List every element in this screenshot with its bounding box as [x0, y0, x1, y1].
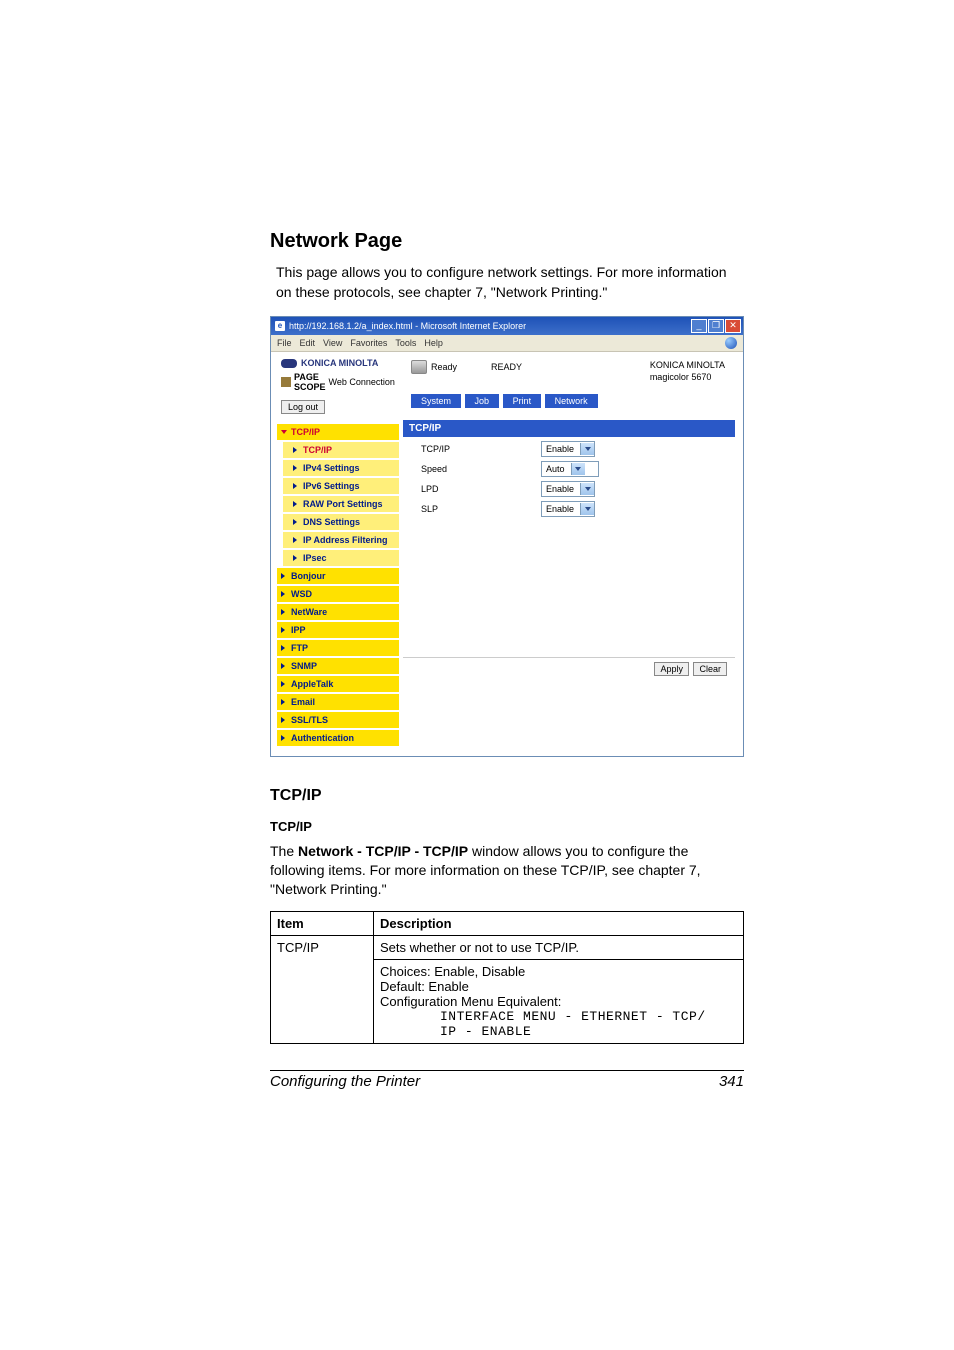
- chevron-down-icon: [571, 463, 585, 475]
- network-sidebar: TCP/IP TCP/IP IPv4 Settings IPv6 Setting…: [271, 420, 403, 756]
- pane-title: TCP/IP: [403, 420, 735, 437]
- sidebar-sub-dns[interactable]: DNS Settings: [283, 514, 399, 530]
- row-label-speed: Speed: [421, 464, 541, 474]
- clear-button[interactable]: Clear: [693, 662, 727, 676]
- default-line: Default: Enable: [380, 979, 737, 994]
- sidebar-item-authentication[interactable]: Authentication: [277, 730, 399, 746]
- sidebar-sub-tcpip[interactable]: TCP/IP: [283, 442, 399, 458]
- spec-table: Item Description TCP/IP Sets whether or …: [270, 911, 744, 1044]
- pagescope-text: Web Connection: [329, 377, 395, 387]
- menu-path-2: IP - ENABLE: [380, 1024, 737, 1039]
- menu-tools[interactable]: Tools: [395, 338, 416, 348]
- dropdown-tcpip-value: Enable: [546, 444, 574, 454]
- device-model: magicolor 5670: [650, 372, 725, 384]
- th-description: Description: [374, 911, 744, 935]
- sidebar-item-tcpip[interactable]: TCP/IP: [277, 424, 399, 440]
- browser-menubar: File Edit View Favorites Tools Help: [271, 335, 743, 352]
- intro-text: This page allows you to configure networ…: [270, 263, 744, 302]
- chevron-down-icon: [580, 443, 594, 455]
- ready-status: READY: [491, 362, 522, 372]
- konica-minolta-logo: KONICA MINOLTA: [281, 358, 401, 368]
- tcpip-body-bold: Network - TCP/IP - TCP/IP: [298, 843, 468, 859]
- tab-system[interactable]: System: [411, 394, 461, 408]
- chevron-down-icon: [580, 483, 594, 495]
- chevron-down-icon: [580, 503, 594, 515]
- tcpip-body: The Network - TCP/IP - TCP/IP window all…: [270, 842, 744, 899]
- sidebar-sub-ipv4[interactable]: IPv4 Settings: [283, 460, 399, 476]
- menu-favorites[interactable]: Favorites: [350, 338, 387, 348]
- config-line: Configuration Menu Equivalent:: [380, 994, 737, 1009]
- page-number: 341: [719, 1073, 744, 1090]
- dropdown-tcpip[interactable]: Enable: [541, 441, 595, 457]
- row-label-slp: SLP: [421, 504, 541, 514]
- tab-network[interactable]: Network: [545, 394, 598, 408]
- td-desc2: Choices: Enable, Disable Default: Enable…: [374, 959, 744, 1043]
- menu-file[interactable]: File: [277, 338, 292, 348]
- window-titlebar: e http://192.168.1.2/a_index.html - Micr…: [271, 317, 743, 335]
- menu-edit[interactable]: Edit: [300, 338, 316, 348]
- dropdown-lpd-value: Enable: [546, 484, 574, 494]
- window-title: http://192.168.1.2/a_index.html - Micros…: [289, 321, 526, 331]
- sidebar-item-ipp[interactable]: IPP: [277, 622, 399, 638]
- km-oval-icon: [281, 359, 297, 368]
- ie-favicon: e: [275, 321, 285, 331]
- brand-text: KONICA MINOLTA: [301, 358, 378, 368]
- row-label-lpd: LPD: [421, 484, 541, 494]
- sidebar-item-appletalk[interactable]: AppleTalk: [277, 676, 399, 692]
- sidebar-item-bonjour[interactable]: Bonjour: [277, 568, 399, 584]
- td-item: TCP/IP: [271, 935, 374, 1043]
- sidebar-item-ftp[interactable]: FTP: [277, 640, 399, 656]
- tcpip-body-prefix: The: [270, 843, 298, 859]
- choices-line: Choices: Enable, Disable: [380, 964, 737, 979]
- pagescope-icon: [281, 377, 291, 387]
- th-item: Item: [271, 911, 374, 935]
- tcpip-subheading: TCP/IP: [270, 819, 744, 834]
- sidebar-item-ssltls[interactable]: SSL/TLS: [277, 712, 399, 728]
- sidebar-item-wsd[interactable]: WSD: [277, 586, 399, 602]
- sidebar-sub-ipv6[interactable]: IPv6 Settings: [283, 478, 399, 494]
- sidebar-item-netware[interactable]: NetWare: [277, 604, 399, 620]
- pagescope-label: PAGESCOPE Web Connection: [281, 372, 401, 392]
- dropdown-slp[interactable]: Enable: [541, 501, 595, 517]
- device-name: KONICA MINOLTA: [650, 360, 725, 372]
- sidebar-sub-ipfilter[interactable]: IP Address Filtering: [283, 532, 399, 548]
- dropdown-slp-value: Enable: [546, 504, 574, 514]
- maximize-button[interactable]: ❐: [708, 319, 724, 333]
- menu-help[interactable]: Help: [424, 338, 443, 348]
- tcpip-heading: TCP/IP: [270, 787, 744, 805]
- dropdown-speed[interactable]: Auto: [541, 461, 599, 477]
- apply-button[interactable]: Apply: [654, 662, 689, 676]
- browser-window: e http://192.168.1.2/a_index.html - Micr…: [270, 316, 744, 757]
- sidebar-sub-rawport[interactable]: RAW Port Settings: [283, 496, 399, 512]
- ready-label: Ready: [431, 362, 457, 372]
- close-button[interactable]: ✕: [725, 319, 741, 333]
- minimize-button[interactable]: _: [691, 319, 707, 333]
- tab-print[interactable]: Print: [503, 394, 542, 408]
- printer-icon: [411, 360, 427, 374]
- tab-job[interactable]: Job: [465, 394, 500, 408]
- td-desc1: Sets whether or not to use TCP/IP.: [374, 935, 744, 959]
- logout-button[interactable]: Log out: [281, 400, 325, 414]
- sidebar-item-email[interactable]: Email: [277, 694, 399, 710]
- dropdown-lpd[interactable]: Enable: [541, 481, 595, 497]
- menu-path-1: INTERFACE MENU - ETHERNET - TCP/: [380, 1009, 737, 1024]
- ie-throbber-icon: [725, 337, 737, 349]
- menu-view[interactable]: View: [323, 338, 342, 348]
- row-label-tcpip: TCP/IP: [421, 444, 541, 454]
- sidebar-sub-ipsec[interactable]: IPsec: [283, 550, 399, 566]
- footer-title: Configuring the Printer: [270, 1073, 420, 1090]
- dropdown-speed-value: Auto: [546, 464, 565, 474]
- sidebar-item-snmp[interactable]: SNMP: [277, 658, 399, 674]
- page-heading: Network Page: [270, 230, 744, 253]
